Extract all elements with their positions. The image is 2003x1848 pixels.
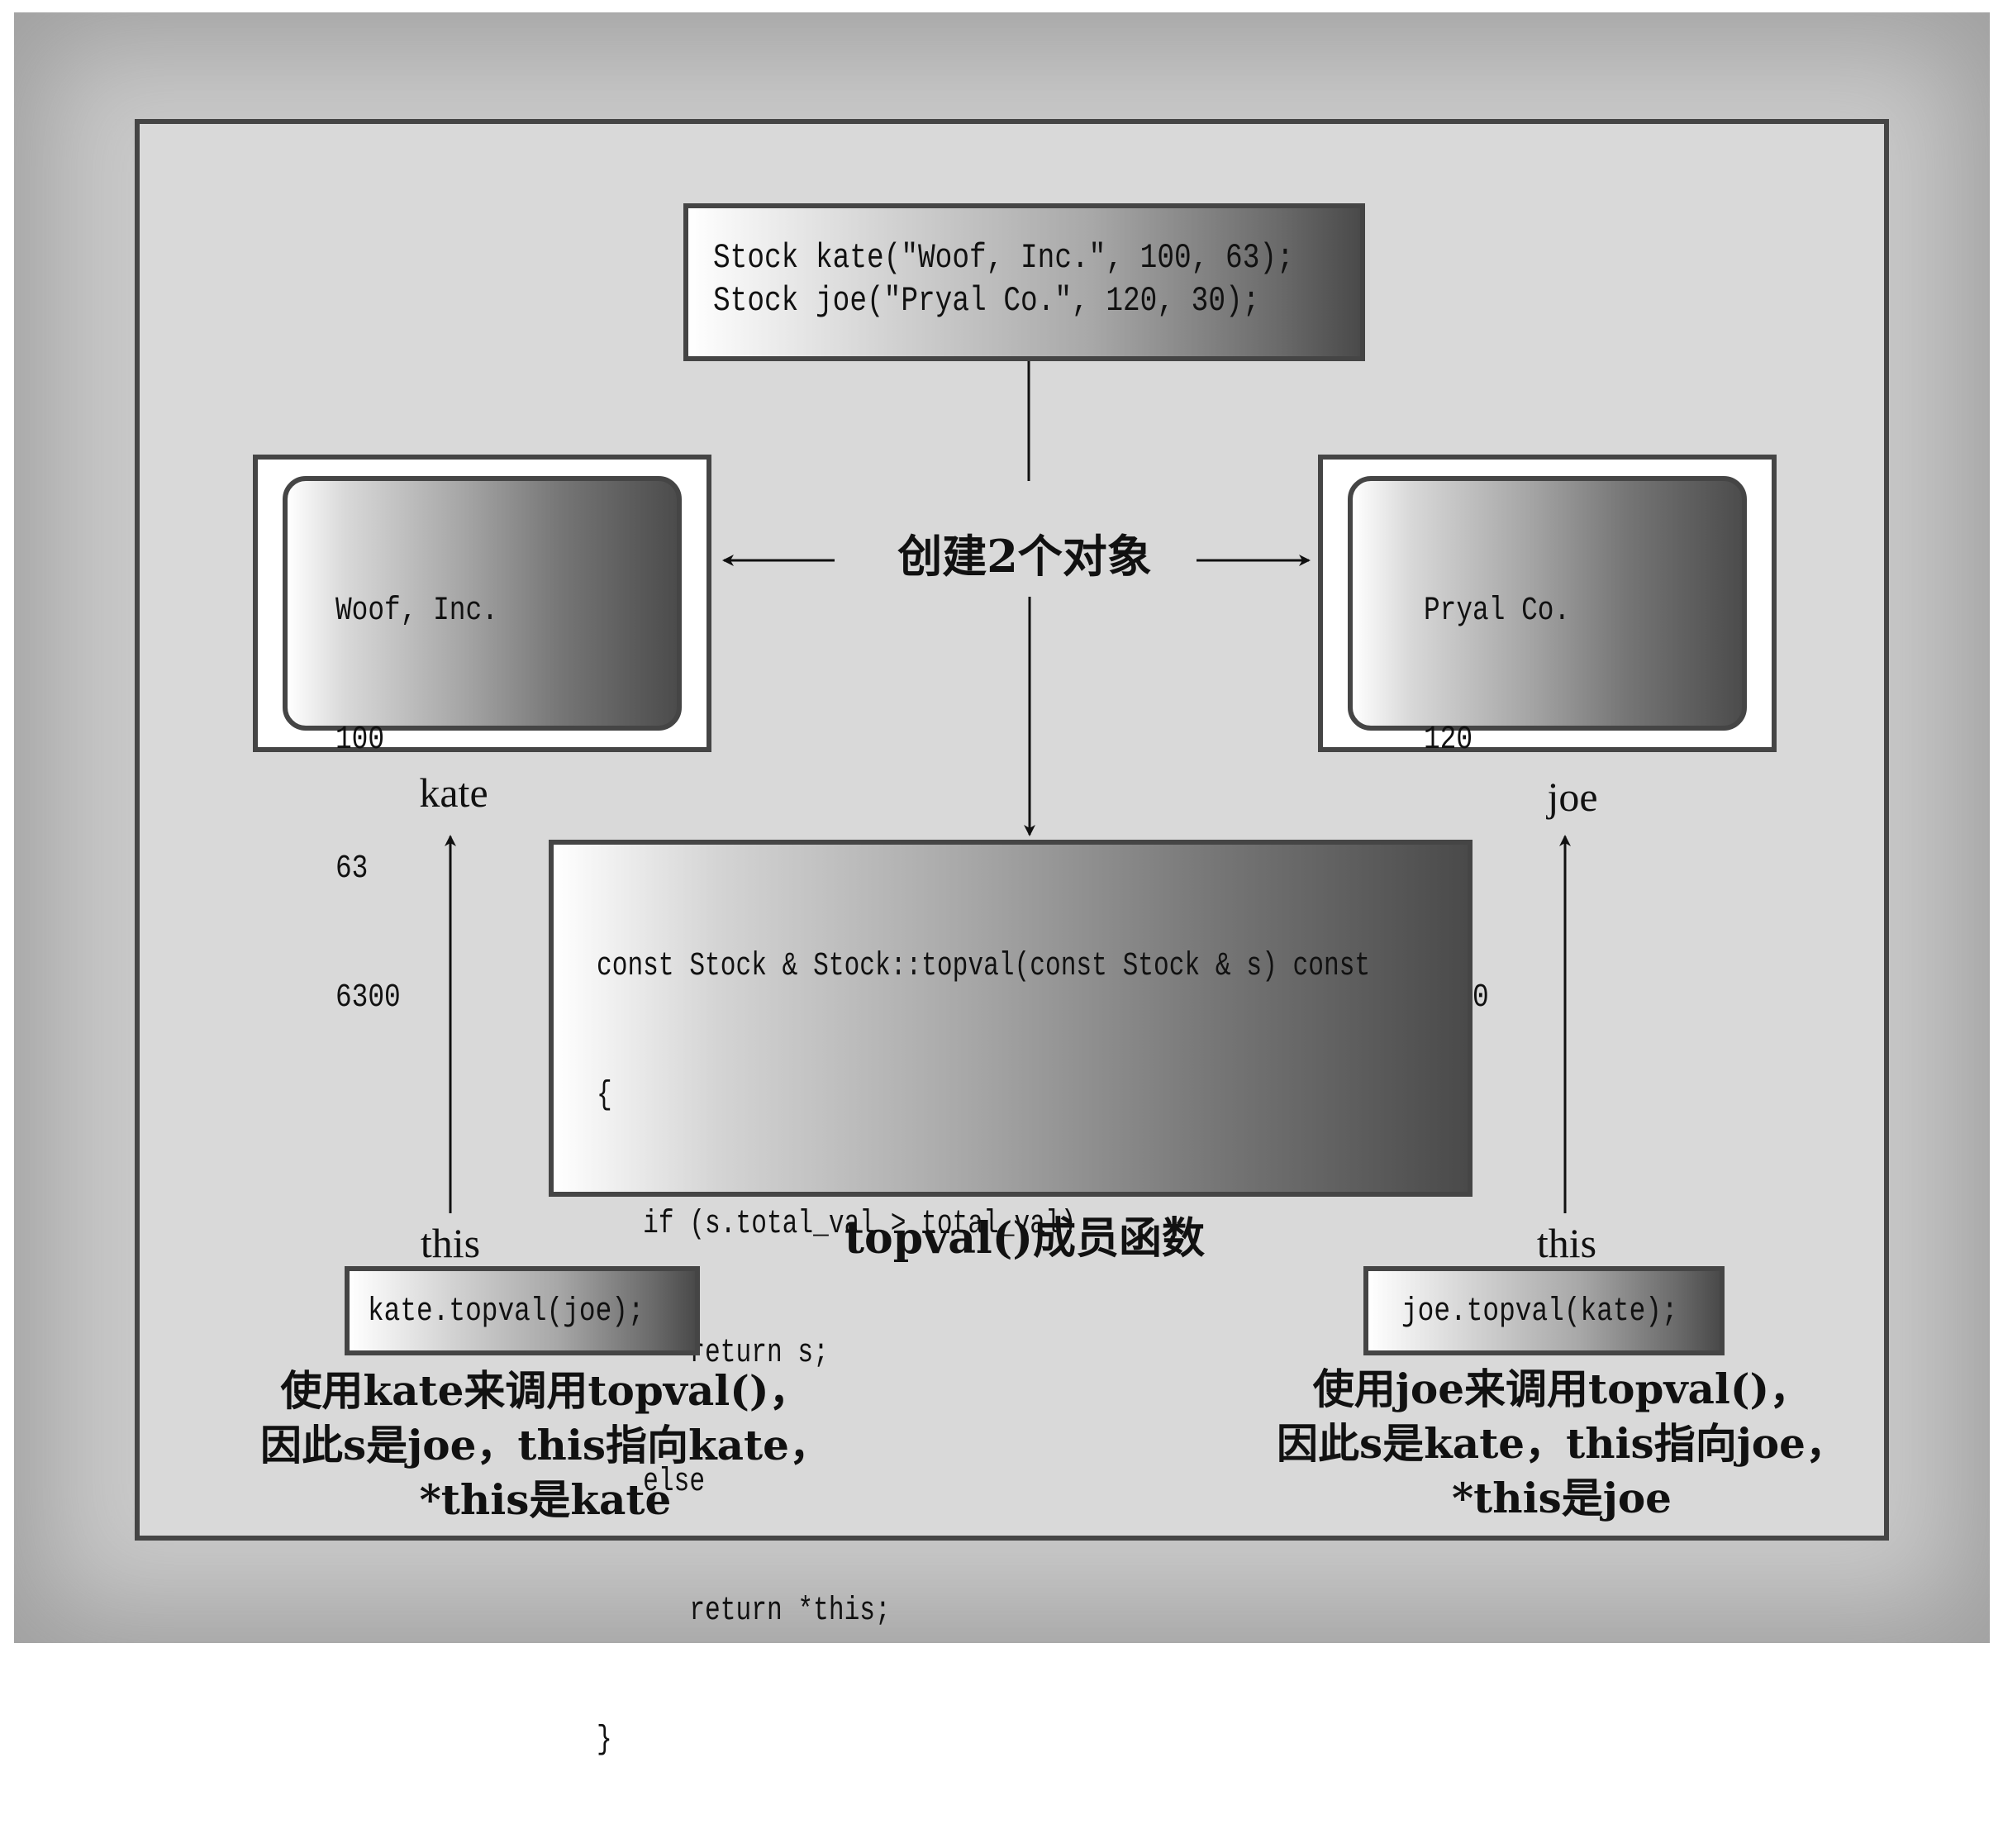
field-name: Pryal Co. <box>1424 593 1571 630</box>
function-caption: topval()成员函数 <box>844 1213 1205 1264</box>
explanation-line: 因此s是joe，this指向kate， <box>260 1421 830 1469</box>
function-code: const Stock & Stock::topval(const Stock … <box>597 860 1370 1848</box>
code-line: } <box>597 1722 612 1759</box>
object-fields-panel: Woof, Inc. 100 63 6300 <box>283 476 682 1017</box>
field-name: Woof, Inc. <box>335 593 498 630</box>
field-shares: 100 <box>335 722 385 759</box>
field-total-val: 6300 <box>335 979 401 1017</box>
function-code-box: const Stock & Stock::topval(const Stock … <box>549 840 1473 1759</box>
field-shares: 120 <box>1424 722 1473 759</box>
explanation-line: 使用kate来调用topval()， <box>280 1366 811 1415</box>
this-label-left: this <box>420 1220 481 1266</box>
object-box-kate: Woof, Inc. 100 63 6300 <box>253 455 711 1017</box>
explanation-line: *this是joe <box>1452 1474 1672 1522</box>
explanation-line: *this是kate <box>419 1475 672 1524</box>
code-line: const Stock & Stock::topval(const Stock … <box>597 948 1371 985</box>
object-fields-panel: Pryal Co. 120 30 3600 <box>1348 476 1747 1017</box>
declaration-line: Stock kate("Woof, Inc.", 100, 63); <box>713 238 1294 278</box>
field-share-val: 63 <box>335 850 369 888</box>
call-box-joe: joe.topval(kate); <box>1363 1266 1725 1355</box>
declaration-line: Stock joe("Pryal Co.", 120, 30); <box>713 281 1260 321</box>
call-explanation-joe: 使用joe来调用topval()， 因此s是kate，this指向joe， *t… <box>1239 1362 1884 1526</box>
call-code: joe.topval(kate); <box>1401 1293 1678 1331</box>
call-explanation-kate: 使用kate来调用topval()， 因此s是joe，this指向kate， *… <box>215 1364 876 1527</box>
object-label-kate: kate <box>419 769 488 816</box>
explanation-line: 因此s是kate，this指向joe， <box>1277 1419 1847 1468</box>
call-code: kate.topval(joe); <box>368 1293 645 1331</box>
code-line: return *this; <box>597 1593 891 1630</box>
declaration-box: Stock kate("Woof, Inc.", 100, 63); Stock… <box>683 203 1365 361</box>
this-label-right: this <box>1536 1220 1597 1266</box>
code-line: { <box>597 1077 612 1114</box>
call-box-kate: kate.topval(joe); <box>345 1266 700 1355</box>
create-objects-caption: 创建2个对象 <box>897 530 1152 583</box>
object-label-joe: joe <box>1547 774 1598 820</box>
explanation-line: 使用joe来调用topval()， <box>1312 1365 1811 1413</box>
object-box-joe: Pryal Co. 120 30 3600 <box>1318 455 1777 1017</box>
